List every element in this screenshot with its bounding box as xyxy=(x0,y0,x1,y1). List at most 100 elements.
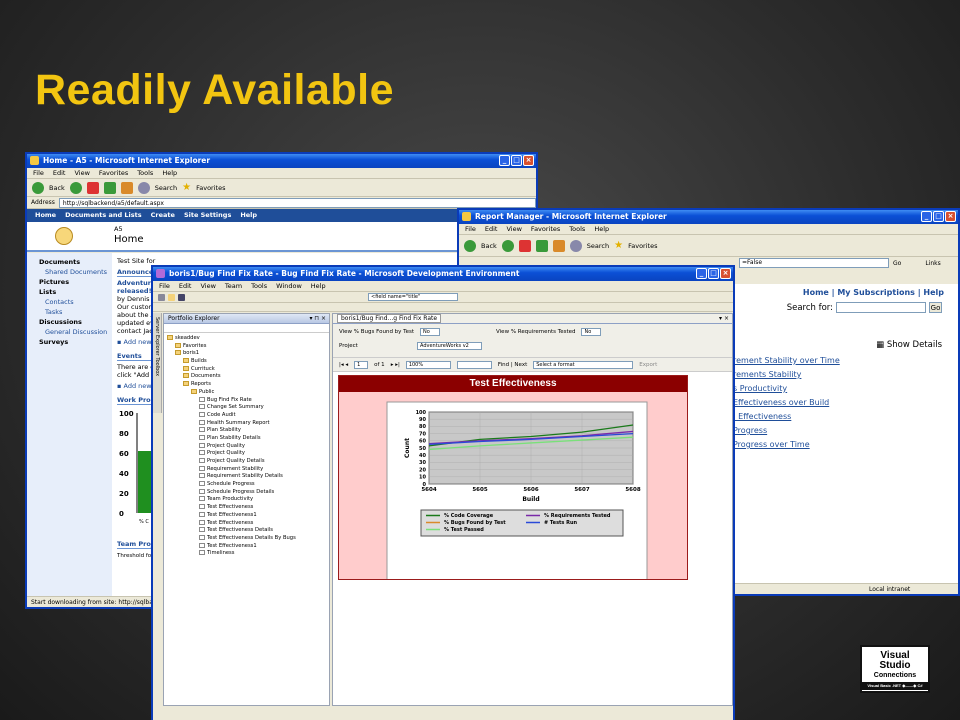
refresh-icon[interactable] xyxy=(535,239,548,252)
quick-launch-item[interactable]: Discussions xyxy=(39,317,112,327)
export-link[interactable]: Export xyxy=(639,362,657,368)
minimize-button[interactable]: _ xyxy=(696,268,707,279)
document-tab[interactable]: boris1/Bug Find...g Find Fix Rate xyxy=(337,314,442,323)
find-next-link[interactable]: Find | Next xyxy=(498,362,527,368)
refresh-icon[interactable] xyxy=(103,181,116,194)
search-icon[interactable] xyxy=(569,239,582,252)
tree-node[interactable]: Timeliness xyxy=(167,550,329,558)
report-link[interactable]: Effectiveness over Build xyxy=(733,396,840,410)
tree-node[interactable]: Project Quality xyxy=(167,442,329,451)
search-icon[interactable] xyxy=(137,181,150,194)
tree-node[interactable]: Test Effectiveness xyxy=(167,504,329,512)
menu-favorites[interactable]: Favorites xyxy=(531,224,560,234)
top-links[interactable]: Home | My Subscriptions | Help xyxy=(803,288,944,297)
minimize-button[interactable]: _ xyxy=(499,155,510,166)
save-icon[interactable] xyxy=(178,293,185,301)
menu-file[interactable]: File xyxy=(159,281,170,291)
server-explorer-tab[interactable]: Server Explorer Toolbox xyxy=(154,317,160,376)
req-param-select[interactable]: No xyxy=(581,328,602,336)
project-param-select[interactable]: AdventureWorks v2 xyxy=(417,342,482,350)
tree-node[interactable]: Bug Find Fix Rate xyxy=(167,396,329,405)
tree-node[interactable]: Change Set Summary xyxy=(167,404,329,412)
quick-launch-item[interactable]: Surveys xyxy=(39,337,112,347)
zoom-select[interactable]: 100% xyxy=(405,360,451,369)
back-arrow-icon[interactable] xyxy=(32,181,44,194)
tree-node[interactable]: Team Productivity xyxy=(167,496,329,504)
nav-documents-lists[interactable]: Documents and Lists xyxy=(65,209,142,222)
title-bar[interactable]: Report Manager - Microsoft Internet Expl… xyxy=(459,210,958,224)
tree-node[interactable]: Project Quality xyxy=(167,450,329,458)
menu-tools[interactable]: Tools xyxy=(251,281,267,291)
bugs-param-select[interactable]: No xyxy=(420,328,441,336)
menu-view[interactable]: View xyxy=(506,224,521,234)
menu-help[interactable]: Help xyxy=(311,281,326,291)
site-home-icon[interactable] xyxy=(55,227,73,245)
menu-edit[interactable]: Edit xyxy=(53,168,66,178)
show-details-button[interactable]: ▦ Show Details xyxy=(876,340,942,350)
address-input[interactable]: =False xyxy=(739,258,889,268)
quick-launch-item[interactable]: Contacts xyxy=(39,297,112,307)
tree-node[interactable]: Public xyxy=(167,388,329,397)
nav-site-settings[interactable]: Site Settings xyxy=(184,209,231,222)
find-input[interactable] xyxy=(456,360,492,369)
side-tool-tabs[interactable]: Server Explorer Toolbox xyxy=(153,313,162,413)
tree-node[interactable]: Requirement Stability Details xyxy=(167,473,329,481)
menu-tools[interactable]: Tools xyxy=(137,168,153,178)
export-format-select[interactable]: Select a format xyxy=(533,360,634,369)
title-bar[interactable]: boris1/Bug Find Fix Rate - Bug Find Fix … xyxy=(153,267,733,281)
search-input[interactable] xyxy=(836,302,926,313)
tree-node[interactable]: Builds xyxy=(167,358,329,366)
nav-help[interactable]: Help xyxy=(240,209,257,222)
tree-node[interactable]: Test Effectiveness xyxy=(167,519,329,528)
field-combo[interactable]: <field name="title" xyxy=(368,293,458,301)
tree-node[interactable]: Requirement Stability xyxy=(167,465,329,474)
report-link[interactable]: rement Stability over Time xyxy=(733,354,840,368)
menu-team[interactable]: Team xyxy=(225,281,242,291)
back-arrow-icon[interactable] xyxy=(464,239,476,252)
first-page-icon[interactable]: |◂ ◂ xyxy=(339,362,348,368)
menu-edit[interactable]: Edit xyxy=(485,224,498,234)
close-button[interactable]: × xyxy=(523,155,534,166)
report-link[interactable]: . Effectiveness xyxy=(733,410,840,424)
tree-node[interactable]: Project Quality Details xyxy=(167,458,329,466)
tree-node[interactable]: Reports xyxy=(167,381,329,389)
go-button[interactable]: Go xyxy=(893,260,901,267)
search-button[interactable]: Search xyxy=(155,184,177,192)
address-input[interactable]: http://sqlbackend/a5/default.aspx xyxy=(58,197,536,208)
tree-node[interactable]: Test Effectiveness1 xyxy=(167,542,329,551)
close-button[interactable]: × xyxy=(720,268,731,279)
search-go-button[interactable]: Go xyxy=(929,302,942,313)
menu-tools[interactable]: Tools xyxy=(569,224,585,234)
close-button[interactable]: × xyxy=(945,211,956,222)
tree-node[interactable]: Plan Stability Details xyxy=(167,434,329,443)
next-page-icon[interactable]: ▸ ▸| xyxy=(391,362,400,368)
nav-home[interactable]: Home xyxy=(35,209,56,222)
links-button[interactable]: Links xyxy=(925,260,940,267)
menu-view[interactable]: View xyxy=(200,281,215,291)
pin-close-icon[interactable]: ▾ ⊓ × xyxy=(309,314,329,324)
menu-favorites[interactable]: Favorites xyxy=(99,168,128,178)
quick-launch-item[interactable]: Pictures xyxy=(39,277,112,287)
tree-node[interactable]: Test Effectiveness Details By Bugs xyxy=(167,534,329,543)
menu-window[interactable]: Window xyxy=(276,281,302,291)
forward-arrow-icon[interactable] xyxy=(69,181,82,194)
tree-node[interactable]: Test Effectiveness Details xyxy=(167,527,329,535)
title-bar[interactable]: Home - A5 - Microsoft Internet Explorer … xyxy=(27,154,536,168)
menu-help[interactable]: Help xyxy=(162,168,177,178)
maximize-button[interactable]: □ xyxy=(511,155,522,166)
tree-node[interactable]: Health Summary Report xyxy=(167,419,329,428)
favorites-star-icon[interactable]: ★ xyxy=(182,182,191,193)
quick-launch-item[interactable]: Shared Documents xyxy=(39,267,112,277)
home-icon[interactable] xyxy=(120,181,133,194)
report-link[interactable]: Progress xyxy=(733,424,840,438)
maximize-button[interactable]: □ xyxy=(708,268,719,279)
minimize-button[interactable]: _ xyxy=(921,211,932,222)
tree-node[interactable]: Favorites xyxy=(167,342,329,351)
menu-file[interactable]: File xyxy=(465,224,476,234)
quick-launch-item[interactable]: General Discussion xyxy=(39,327,112,337)
visual-studio-window[interactable]: boris1/Bug Find Fix Rate - Bug Find Fix … xyxy=(151,265,735,720)
page-input[interactable]: 1 xyxy=(354,360,369,369)
back-button[interactable]: Back xyxy=(49,184,65,192)
back-button[interactable]: Back xyxy=(481,242,497,250)
nav-create[interactable]: Create xyxy=(151,209,175,222)
